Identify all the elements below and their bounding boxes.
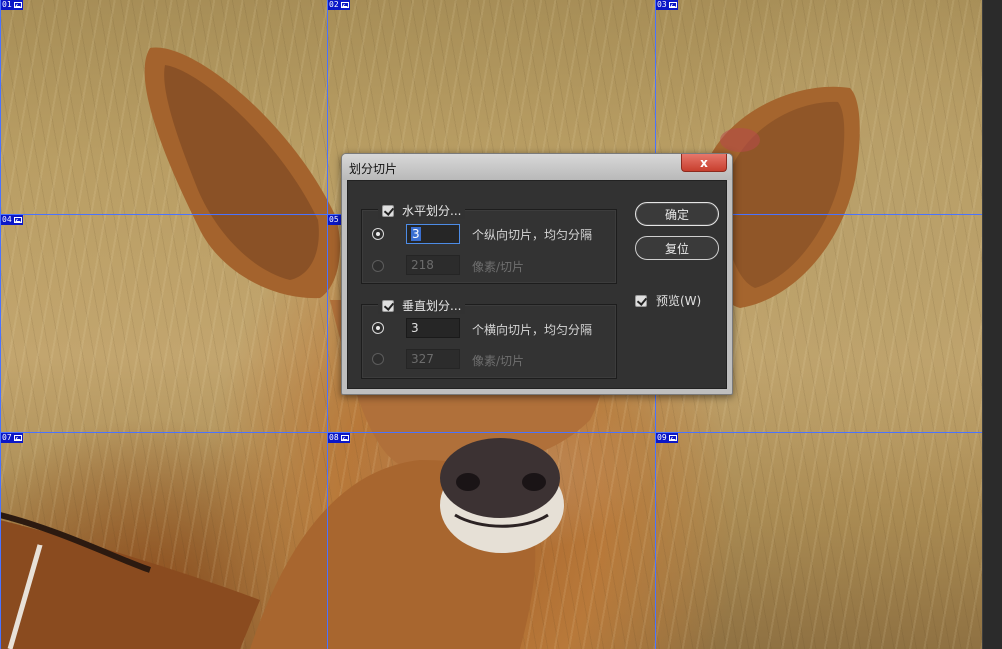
horizontal-divide-label: 水平划分... [402,204,462,218]
horizontal-pixels-radio[interactable] [372,260,384,272]
vertical-divide-label: 垂直划分... [402,299,462,313]
horizontal-divide-toggle[interactable]: 水平划分... [378,202,466,219]
slice-number: 03 [657,0,667,9]
slice-line-vertical [0,0,1,649]
vertical-pixels-radio[interactable] [372,353,384,365]
close-button[interactable]: x [681,154,727,172]
horizontal-divide-checkbox[interactable] [382,204,394,217]
slice-number: 09 [657,433,667,442]
deer-body [0,520,260,649]
vertical-count-label: 个横向切片，均匀分隔 [472,323,593,337]
slice-number: 05 [329,215,339,224]
image-slice-icon [13,435,22,441]
dialog-title: 划分切片 [349,162,398,176]
vertical-pixels-label: 像素/切片 [472,354,525,368]
vertical-divide-checkbox[interactable] [382,299,394,312]
panel-edge [982,0,1002,649]
slice-number: 01 [2,0,12,9]
slice-line-vertical[interactable] [327,0,328,649]
close-icon: x [700,155,708,170]
image-slice-icon [13,2,22,8]
slice-number: 04 [2,215,12,224]
slice-tag[interactable]: 01 [1,0,23,10]
image-slice-icon [340,2,349,8]
slice-tag[interactable]: 09 [656,433,678,443]
slice-tag[interactable]: 07 [1,433,23,443]
dialog-titlebar[interactable]: 划分切片 x [342,154,732,180]
slice-tag[interactable]: 02 [328,0,350,10]
divide-slice-dialog: 划分切片 x 水平划分... 3 个纵向切片，均匀分隔 218 像素/切片 垂直… [341,153,733,395]
reset-button[interactable]: 复位 [635,236,719,260]
preview-checkbox[interactable] [635,294,647,307]
image-slice-icon [13,217,22,223]
slice-tag[interactable]: 08 [328,433,350,443]
slice-number: 08 [329,433,339,442]
ok-button[interactable]: 确定 [635,202,719,226]
vertical-pixels-input[interactable]: 327 [406,349,460,369]
slice-tag[interactable]: 03 [656,0,678,10]
vertical-divide-group: 垂直划分... 3 个横向切片，均匀分隔 327 像素/切片 [361,297,617,379]
horizontal-count-label: 个纵向切片，均匀分隔 [472,228,593,242]
horizontal-count-radio[interactable] [372,228,384,240]
slice-tag[interactable]: 04 [1,215,23,225]
vertical-divide-toggle[interactable]: 垂直划分... [378,297,466,314]
image-slice-icon [668,435,677,441]
dialog-body: 水平划分... 3 个纵向切片，均匀分隔 218 像素/切片 垂直划分... 3… [347,180,727,389]
vertical-count-radio[interactable] [372,322,384,334]
slice-number: 07 [2,433,12,442]
slice-line-horizontal[interactable] [0,432,982,433]
image-slice-icon [668,2,677,8]
image-slice-icon [340,435,349,441]
vertical-count-input[interactable]: 3 [406,318,460,338]
preview-label: 预览(W) [656,294,702,308]
slice-number: 02 [329,0,339,9]
horizontal-divide-group: 水平划分... 3 个纵向切片，均匀分隔 218 像素/切片 [361,202,617,284]
horizontal-pixels-label: 像素/切片 [472,260,525,274]
horizontal-pixels-input[interactable]: 218 [406,255,460,275]
preview-toggle[interactable]: 预览(W) [635,292,701,309]
horizontal-count-input[interactable]: 3 [406,224,460,244]
